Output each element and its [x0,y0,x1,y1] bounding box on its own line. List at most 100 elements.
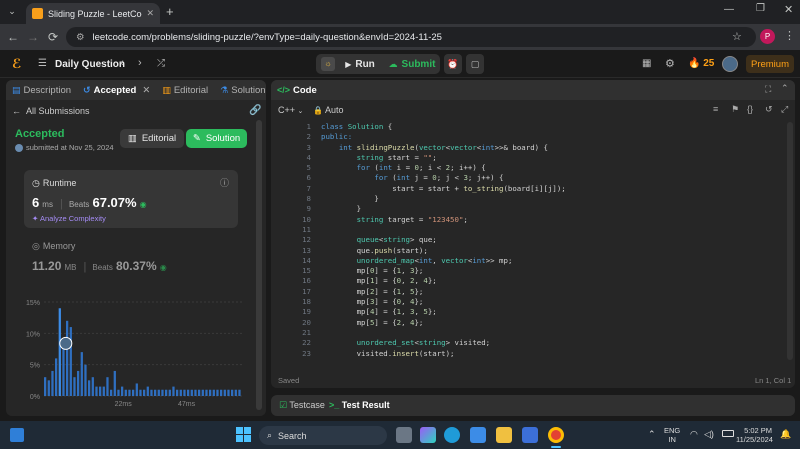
code-line[interactable]: 5 for (int i = 0; i < 2; i++) { [271,163,795,173]
chart-bar[interactable] [95,386,98,396]
code-line[interactable]: 23 visited.insert(start); [271,349,795,359]
chart-bar[interactable] [234,389,237,396]
code-line[interactable]: 11 [271,225,795,235]
chart-bar[interactable] [128,389,131,396]
code-editor[interactable]: 1 class Solution {2 public: 3 int slidingPu… [271,122,795,359]
clock[interactable]: 5:02 PM 11/25/2024 [736,426,773,444]
volume-icon[interactable]: ◁) [704,429,714,440]
chart-bar[interactable] [209,389,212,396]
chart-bar[interactable] [172,386,175,396]
chart-bar[interactable] [66,320,69,396]
collapse-icon[interactable]: ⌃ [781,83,789,94]
editor-scrollbar[interactable] [787,122,793,360]
chrome-icon[interactable] [548,427,564,443]
tab-editorial[interactable]: ▥ Editorial [156,85,214,96]
timer-icon[interactable]: ⏰ [444,54,462,74]
chart-bar[interactable] [99,386,102,396]
settings-icon[interactable]: ⚙ [665,57,675,70]
back-to-submissions[interactable]: ← All Submissions [12,106,90,116]
chart-bar[interactable] [121,386,124,396]
bookmark-star-icon[interactable]: ☆ [732,30,742,43]
code-line[interactable]: 10 string target = "123450"; [271,215,795,225]
taskbar-search[interactable]: ⌕ Search [259,426,387,445]
leetcode-logo-icon[interactable]: ℰ [12,57,24,71]
chart-bar[interactable] [58,308,61,396]
runtime-card[interactable]: ◷ Runtime ⓘ 6 ms | Beats 67.07% ◉ ✦ Analy… [24,170,238,228]
solution-button[interactable]: ✎ Solution [186,129,247,148]
code-line[interactable]: 3 int slidingPuzzle(vector<vector<int>>&… [271,143,795,153]
chart-bar[interactable] [212,389,215,396]
tab-description[interactable]: ▤ Description [6,85,77,96]
code-line[interactable]: 18 mp[3] = {0, 4}; [271,297,795,307]
chart-bar[interactable] [146,386,149,396]
analyze-complexity-link[interactable]: ✦ Analyze Complexity [32,214,106,223]
address-bar[interactable]: ⚙ leetcode.com/problems/sliding-puzzle/?… [66,27,756,47]
chart-bar[interactable] [139,389,142,396]
code-line[interactable]: 19 mp[4] = {1, 3, 5}; [271,307,795,317]
code-line[interactable]: 17 mp[2] = {1, 5}; [271,287,795,297]
chart-bar[interactable] [73,377,76,396]
code-line[interactable]: 9 } [271,204,795,214]
chart-bar[interactable] [51,370,54,396]
tab-solutions[interactable]: ⚗Solutions [214,85,266,96]
back-icon[interactable]: ← [4,28,22,46]
chart-bar[interactable] [190,389,193,396]
code-line[interactable]: 12 queue<string> que; [271,235,795,245]
copilot-icon[interactable] [420,427,436,443]
tab-search-icon[interactable]: ⌄ [5,6,19,18]
code-line[interactable]: 20 mp[5] = {2, 4}; [271,318,795,328]
braces-icon[interactable]: {} [747,104,753,114]
chart-bar[interactable] [135,383,138,396]
tray-chevron-icon[interactable]: ⌃ [648,429,656,440]
close-tab-icon[interactable]: ✕ [146,8,154,19]
chart-bar[interactable] [55,358,58,396]
language-indicator[interactable]: ENG IN [664,426,680,444]
prev-problem-icon[interactable]: ‹ [120,57,124,69]
reload-icon[interactable]: ⟳ [44,28,62,46]
chart-bar[interactable] [117,389,120,396]
daily-question-link[interactable]: Daily Question [55,59,125,70]
file-explorer-icon[interactable] [496,427,512,443]
user-avatar[interactable] [722,56,738,72]
chart-bar[interactable] [183,389,186,396]
chart-bar[interactable] [132,389,135,396]
edge-icon[interactable] [444,427,460,443]
format-icon[interactable]: ≡ [713,104,718,114]
chart-bar[interactable] [154,389,157,396]
code-line[interactable]: 2 public: [271,132,795,142]
chart-bar[interactable] [143,389,146,396]
chart-bar[interactable] [124,389,127,396]
tab-test-result[interactable]: >_ Test Result [329,400,390,410]
submit-button[interactable]: ☁ Submit [386,56,438,72]
premium-button[interactable]: Premium [746,55,794,73]
reset-icon[interactable]: ↺ [765,104,773,115]
maximize-icon[interactable]: ⛶ [765,84,771,95]
chart-bar[interactable] [69,327,72,396]
notification-bell-icon[interactable]: 🔔 [780,429,791,440]
browser-tab[interactable]: Sliding Puzzle - LeetCode ✕ [26,3,160,24]
problem-list-icon[interactable]: ☰ [38,58,47,69]
chart-bar[interactable] [44,377,47,396]
tab-accepted[interactable]: ↺ Accepted ✕ [77,85,156,96]
chart-bar[interactable] [187,389,190,396]
streak-counter[interactable]: 🔥 25 [688,58,714,69]
autocomplete-toggle[interactable]: 🔒 Auto [313,105,344,115]
runtime-distribution-chart[interactable]: 15% 10% 5% 0% 22ms 47ms [14,292,252,414]
chart-bar[interactable] [220,389,223,396]
browser-menu-icon[interactable]: ⋮ [784,29,795,42]
battery-icon[interactable] [722,430,734,437]
editorial-button[interactable]: ▥ Editorial [120,129,184,148]
code-line[interactable]: 16 mp[1] = {0, 2, 4}; [271,276,795,286]
chart-bar[interactable] [91,377,94,396]
chart-bar[interactable] [47,380,50,396]
chart-bar[interactable] [168,389,171,396]
chart-bar[interactable] [223,389,226,396]
chart-bar[interactable] [84,364,87,396]
chart-bar[interactable] [198,389,201,396]
chart-bar[interactable] [106,377,109,396]
chart-bar[interactable] [194,389,197,396]
chart-bar[interactable] [102,386,105,396]
tab-testcase[interactable]: ☑ Testcase [279,400,325,411]
site-info-icon[interactable]: ⚙ [76,32,85,43]
notes-icon[interactable]: ▢ [466,54,484,74]
